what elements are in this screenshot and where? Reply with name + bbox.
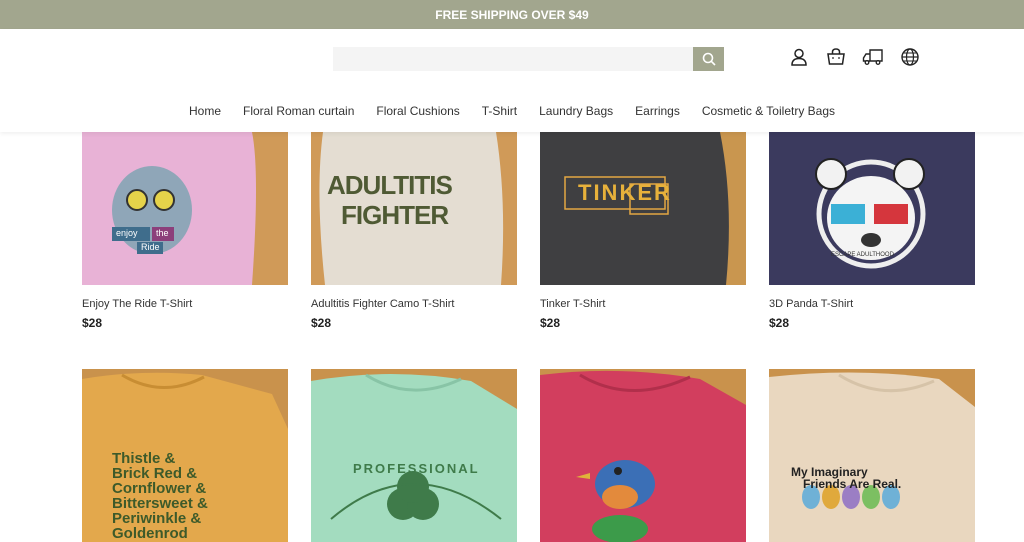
shirt-image: [540, 132, 746, 285]
nav-item-cosmetic-toiletry-bags[interactable]: Cosmetic & Toiletry Bags: [702, 104, 835, 122]
art-text-2: FIGHTER: [341, 200, 449, 230]
nav-item-home[interactable]: Home: [189, 104, 221, 122]
product-image[interactable]: ADULTITIS FIGHTER: [311, 132, 517, 285]
site-header: Home Floral Roman curtain Floral Cushion…: [0, 29, 1024, 132]
product-image[interactable]: TINKER: [540, 132, 746, 285]
art-line: Thistle &: [112, 450, 176, 467]
shipping-icon: [862, 49, 883, 65]
product-card[interactable]: [540, 369, 746, 542]
main-nav: Home Floral Roman curtain Floral Cushion…: [0, 104, 1024, 122]
art-line: Bittersweet &: [112, 495, 208, 512]
product-price: $28: [540, 316, 561, 330]
product-image[interactable]: Thistle & Brick Red & Cornflower & Bitte…: [82, 369, 288, 542]
product-image[interactable]: PROFESSIONAL: [311, 369, 517, 542]
shirt-image: [311, 369, 517, 542]
product-price: $28: [769, 316, 790, 330]
product-name[interactable]: 3D Panda T-Shirt: [769, 298, 975, 312]
search-button[interactable]: [693, 47, 724, 71]
product-image[interactable]: ESCAPE ADULTHOOD: [769, 132, 975, 285]
search-input[interactable]: [333, 47, 693, 71]
art-text: ESCAPE ADULTHOOD: [831, 252, 894, 258]
product-name[interactable]: Adultitis Fighter Camo T-Shirt: [311, 298, 517, 312]
cart-button[interactable]: [825, 46, 847, 68]
art-text: TINKER: [578, 180, 672, 205]
art-text-3: Ride: [141, 242, 160, 252]
art-text-2: the: [156, 228, 169, 238]
globe-icon: [901, 48, 919, 66]
product-card[interactable]: My Imaginary Friends Are Real.: [769, 369, 975, 542]
product-name[interactable]: Enjoy The Ride T-Shirt: [82, 298, 288, 312]
art-text-1: enjoy: [116, 228, 138, 238]
shirt-image: [82, 132, 288, 285]
product-card[interactable]: ESCAPE ADULTHOOD 3D Panda T-Shirt $28: [769, 132, 975, 332]
announcement-bar: FREE SHIPPING OVER $49: [0, 0, 1024, 29]
product-image[interactable]: My Imaginary Friends Are Real.: [769, 369, 975, 542]
language-button[interactable]: [899, 46, 921, 68]
header-icons: [788, 46, 936, 68]
product-card[interactable]: TINKER Tinker T-Shirt $28: [540, 132, 746, 332]
nav-item-laundry-bags[interactable]: Laundry Bags: [539, 104, 613, 122]
shirt-image: [769, 132, 975, 285]
account-icon: [791, 48, 807, 66]
art-line: Brick Red &: [112, 465, 198, 482]
product-name[interactable]: Tinker T-Shirt: [540, 298, 746, 312]
product-card[interactable]: ADULTITIS FIGHTER Adultitis Fighter Camo…: [311, 132, 517, 332]
art-line: Periwinkle &: [112, 510, 202, 527]
art-text-2: Friends Are Real.: [803, 477, 902, 491]
product-card[interactable]: Thistle & Brick Red & Cornflower & Bitte…: [82, 369, 288, 542]
nav-item-floral-cushions[interactable]: Floral Cushions: [376, 104, 459, 122]
product-card[interactable]: enjoy the Ride Enjoy The Ride T-Shirt $2…: [82, 132, 288, 332]
product-card[interactable]: PROFESSIONAL: [311, 369, 517, 542]
nav-item-earrings[interactable]: Earrings: [635, 104, 680, 122]
colors-text-block: Thistle & Brick Red & Cornflower & Bitte…: [112, 451, 208, 541]
shipping-button[interactable]: [862, 46, 884, 68]
search-icon: [702, 52, 716, 66]
nav-item-floral-roman-curtain[interactable]: Floral Roman curtain: [243, 104, 354, 122]
product-price: $28: [311, 316, 332, 330]
nav-item-t-shirt[interactable]: T-Shirt: [482, 104, 517, 122]
shirt-image: [540, 369, 746, 542]
product-image[interactable]: [540, 369, 746, 542]
search-bar: [333, 47, 724, 71]
art-line: Goldenrod: [112, 525, 188, 542]
art-text: PROFESSIONAL: [353, 461, 480, 476]
art-text-1: ADULTITIS: [327, 170, 453, 200]
product-grid: enjoy the Ride Enjoy The Ride T-Shirt $2…: [82, 132, 976, 542]
art-line: Cornflower &: [112, 480, 207, 497]
shirt-image: [769, 369, 975, 542]
announcement-text: FREE SHIPPING OVER $49: [435, 7, 589, 22]
product-image[interactable]: enjoy the Ride: [82, 132, 288, 285]
account-button[interactable]: [788, 46, 810, 68]
cart-icon: [827, 48, 845, 65]
product-price: $28: [82, 316, 103, 330]
